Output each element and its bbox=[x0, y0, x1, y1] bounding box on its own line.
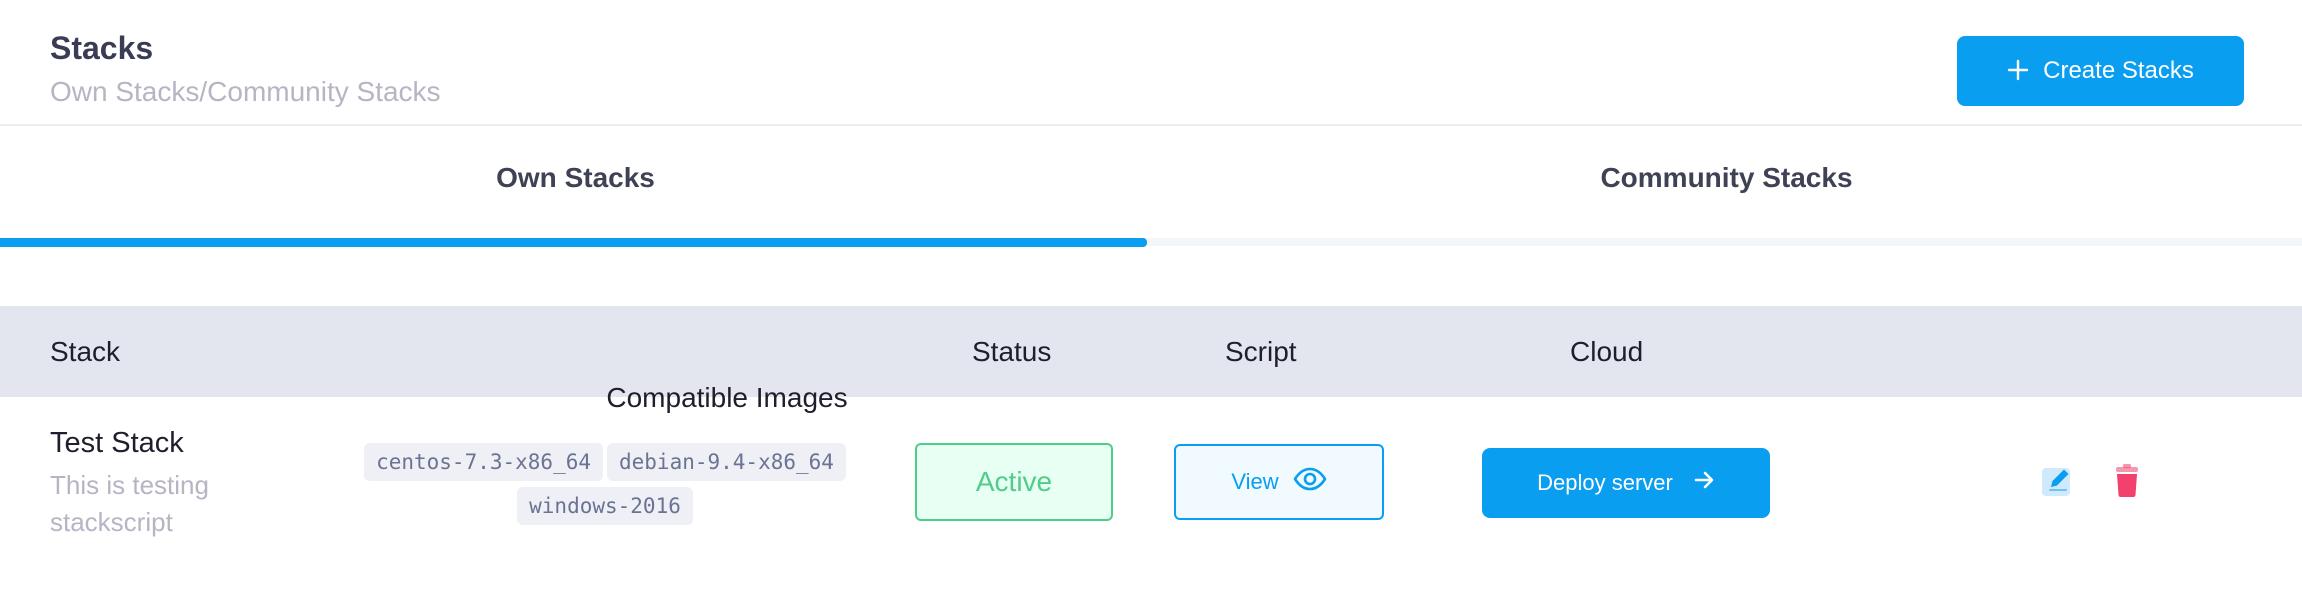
arrow-right-icon bbox=[1693, 469, 1715, 497]
status-badge: Active bbox=[915, 443, 1113, 521]
image-chip: centos-7.3-x86_64 bbox=[364, 443, 603, 481]
edit-stack-button[interactable] bbox=[2039, 465, 2075, 501]
tab-community-stacks[interactable]: Community Stacks bbox=[1151, 128, 2302, 248]
column-header-script: Script bbox=[1225, 335, 1297, 367]
compatible-images-list: centos-7.3-x86_64 debian-9.4-x86_64 wind… bbox=[352, 443, 858, 525]
tab-own-stacks[interactable]: Own Stacks bbox=[0, 128, 1151, 248]
view-script-button[interactable]: View bbox=[1174, 444, 1384, 520]
stacks-tabs: Own Stacks Community Stacks bbox=[0, 128, 2302, 248]
create-stacks-button[interactable]: Create Stacks bbox=[1957, 36, 2244, 106]
trash-icon bbox=[2113, 463, 2141, 503]
eye-icon bbox=[1293, 467, 1327, 497]
table-header: Stack Compatible Images Status Script Cl… bbox=[0, 306, 2302, 413]
table-row: Test Stack This is testing stackscript c… bbox=[0, 397, 2302, 598]
delete-stack-button[interactable] bbox=[2109, 463, 2145, 503]
stack-description: This is testing stackscript bbox=[50, 470, 209, 537]
edit-icon bbox=[2039, 463, 2075, 504]
image-chip: debian-9.4-x86_64 bbox=[607, 443, 846, 481]
column-header-stack: Stack bbox=[50, 335, 121, 367]
deploy-server-button[interactable]: Deploy server bbox=[1482, 448, 1770, 518]
column-header-cloud: Cloud bbox=[1570, 335, 1644, 367]
breadcrumb: Own Stacks/Community Stacks bbox=[50, 76, 441, 107]
create-stacks-label: Create Stacks bbox=[2043, 57, 2194, 84]
active-tab-indicator bbox=[0, 238, 1147, 247]
deploy-server-label: Deploy server bbox=[1537, 470, 1673, 495]
stacks-page: Stacks Own Stacks/Community Stacks Creat… bbox=[0, 0, 2302, 598]
plus-icon bbox=[2007, 53, 2029, 87]
stack-name: Test Stack bbox=[50, 427, 184, 459]
page-header: Stacks Own Stacks/Community Stacks Creat… bbox=[0, 0, 2302, 126]
page-title: Stacks bbox=[50, 30, 154, 66]
image-chip: windows-2016 bbox=[517, 487, 693, 525]
column-header-status: Status bbox=[972, 335, 1052, 367]
view-script-label: View bbox=[1231, 469, 1279, 494]
